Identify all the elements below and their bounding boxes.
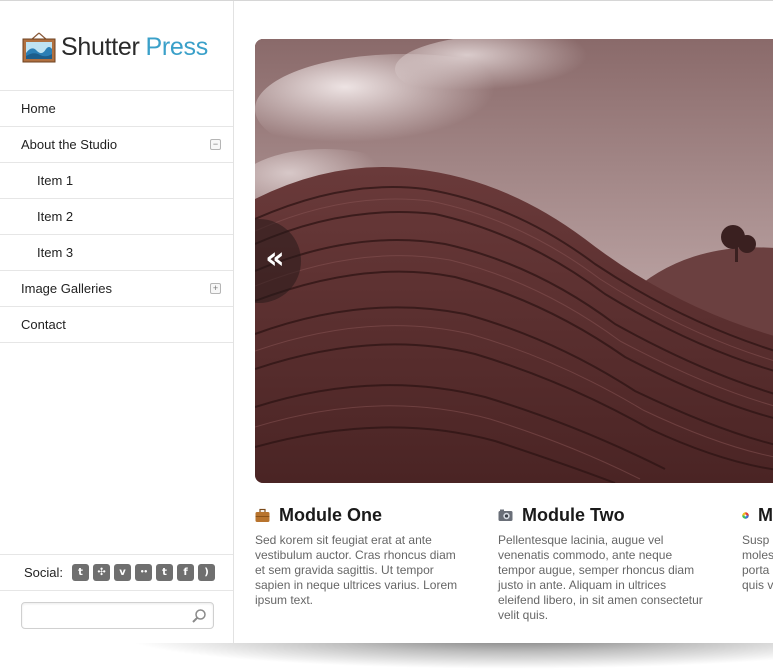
nav-item-label: Image Galleries <box>21 281 113 296</box>
nav-item-label: Item 1 <box>37 173 74 188</box>
rss-icon[interactable]: ) <box>198 564 216 581</box>
facebook-icon[interactable]: f <box>177 564 195 581</box>
logo-text-press: Press <box>145 32 209 61</box>
nav-item-label: Item 3 <box>37 245 74 260</box>
logo-text-shutter: Shutter <box>61 32 140 61</box>
sidebar-nav: Home About the Studio − Item 1 Item 2 It… <box>0 90 233 343</box>
nav-item-contact[interactable]: Contact <box>0 307 233 343</box>
module-three: M Susp moles porta sit an quis v <box>742 504 773 593</box>
nav-item-label: Item 2 <box>37 209 74 224</box>
module-title: Module Two <box>498 504 708 526</box>
openid-icon[interactable]: ✣ <box>93 564 111 581</box>
camera-icon <box>498 509 513 521</box>
search-input[interactable] <box>22 603 182 628</box>
site-logo[interactable]: Shutter Press <box>22 29 208 65</box>
social-label: Social: <box>24 565 64 580</box>
page-frame: Shutter Press Home About the Studio − It… <box>0 0 773 643</box>
sidebar: Shutter Press Home About the Studio − It… <box>0 1 234 643</box>
search-box <box>21 602 214 629</box>
search-area <box>0 590 233 643</box>
module-title: M <box>742 504 773 526</box>
module-title-text: Module Two <box>522 504 625 525</box>
nav-subitem-item-2[interactable]: Item 2 <box>0 199 233 235</box>
picture-frame-icon <box>22 32 56 63</box>
module-two: Module Two Pellentesque lacinia, augue v… <box>498 504 708 623</box>
expand-icon[interactable]: + <box>210 283 221 294</box>
module-text: Susp moles porta sit an quis v <box>742 533 773 592</box>
nav-item-label: About the Studio <box>21 137 118 152</box>
nav-item-label: Contact <box>21 317 66 332</box>
module-one: Module One Sed korem sit feugiat erat at… <box>255 504 465 608</box>
nav-subitem-item-1[interactable]: Item 1 <box>0 163 233 199</box>
color-wheel-icon <box>742 511 749 519</box>
nav-item-home[interactable]: Home <box>0 91 233 127</box>
nav-item-label: Home <box>21 101 56 116</box>
collapse-icon[interactable]: − <box>210 139 221 150</box>
slideshow-image <box>255 39 773 483</box>
nav-subitem-item-3[interactable]: Item 3 <box>0 235 233 271</box>
twitter-icon[interactable]: t <box>156 564 174 581</box>
nav-item-image-galleries[interactable]: Image Galleries + <box>0 271 233 307</box>
briefcase-icon <box>255 508 270 522</box>
vimeo-icon[interactable]: v <box>114 564 132 581</box>
nav-item-about-the-studio[interactable]: About the Studio − <box>0 127 233 163</box>
search-icon[interactable] <box>191 608 207 624</box>
technorati-icon[interactable]: t <box>72 564 90 581</box>
tea-plantation-photo <box>255 39 773 483</box>
module-title: Module One <box>255 504 465 526</box>
module-title-text: Module One <box>279 504 382 525</box>
social-bar: Social: t ✣ v •• t f ) <box>0 554 233 590</box>
flickr-icon[interactable]: •• <box>135 564 153 581</box>
module-text: Sed korem sit feugiat erat at ante vesti… <box>255 533 458 607</box>
module-title-text: M <box>758 504 773 525</box>
module-text: Pellentesque lacinia, augue vel venenati… <box>498 533 703 622</box>
